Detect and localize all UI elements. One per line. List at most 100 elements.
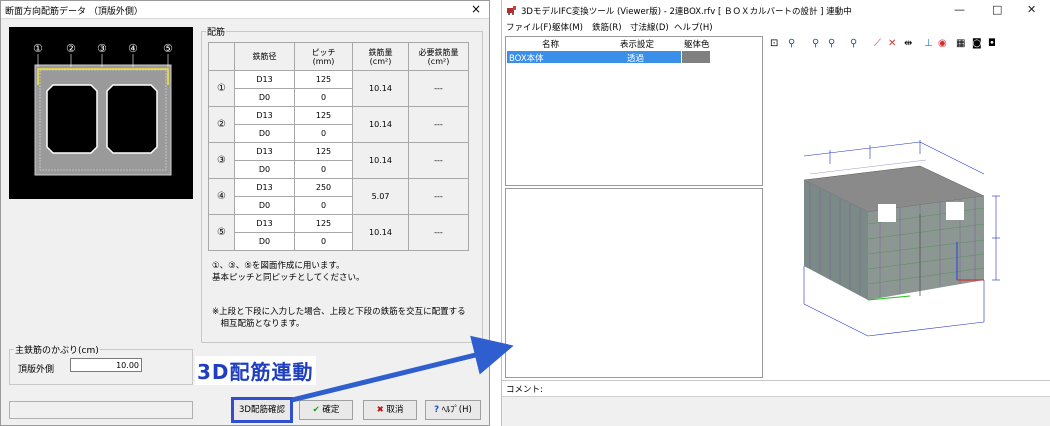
comment-bar: コメント: — [502, 380, 1050, 395]
pitch-upper[interactable]: 125 — [294, 106, 353, 125]
list-item-name: BOX本体 — [509, 54, 544, 64]
dialog-close-icon[interactable]: × — [471, 2, 481, 16]
pitch-upper[interactable]: 250 — [294, 178, 353, 197]
comment-label: コメント: — [506, 385, 543, 395]
required-amount: --- — [408, 142, 469, 179]
row-number: ⑤ — [208, 214, 235, 251]
menu-rebar[interactable]: 鉄筋(R) — [592, 21, 622, 33]
binoculars-icon[interactable]: ⚲ — [788, 38, 795, 49]
rebar-amount: 10.14 — [352, 106, 409, 143]
minimize-icon[interactable]: — — [954, 3, 965, 16]
pitch-lower[interactable]: 0 — [294, 160, 353, 179]
list-header-name: 名称 — [542, 40, 560, 50]
diameter-upper[interactable]: D13 — [234, 70, 295, 89]
note-2-line-1: ※上段と下段に入力した場合、上段と下段の鉄筋を交互に配置する — [212, 307, 466, 317]
find-next-icon[interactable]: ⚲ — [812, 38, 819, 49]
dialog-title: 断面方向配筋データ （頂版外側） — [5, 7, 143, 17]
row-number: ② — [208, 106, 235, 143]
diameter-upper[interactable]: D13 — [234, 214, 295, 233]
menu-help[interactable]: ヘルプ(H) — [674, 21, 713, 33]
header-pitch: ピッチ (mm) — [294, 42, 353, 71]
dialog-titlebar: 断面方向配筋データ （頂版外側） × — [1, 1, 489, 19]
diameter-lower[interactable]: D0 — [234, 88, 295, 107]
table-row: ⑤ D13 125 10.14 --- — [208, 214, 469, 251]
header-required: 必要鉄筋量 (cm²) — [408, 42, 469, 71]
list-item[interactable]: BOX本体 透過 — [507, 51, 681, 64]
cross-section-preview: ① ② ③ ④ ⑤ — [9, 27, 193, 199]
marker-3: ③ — [97, 42, 107, 55]
cover-input[interactable] — [70, 358, 142, 372]
maximize-icon[interactable]: □ — [992, 3, 1002, 16]
camera-icon[interactable]: ◙ — [972, 38, 982, 49]
fit-view-icon[interactable]: ⊡ — [770, 38, 778, 49]
axes-icon[interactable]: ⊥ — [924, 38, 933, 49]
3d-model-view[interactable] — [770, 54, 1048, 376]
rebar-amount: 5.07 — [352, 178, 409, 215]
viewer-titlebar: 3DモデルIFC変換ツール (Viewer版) - 2連BOX.rfv [ ＢＯ… — [502, 0, 1050, 20]
marker-4: ④ — [128, 42, 138, 55]
menu-body[interactable]: 躯体(M) — [552, 21, 583, 33]
required-amount: --- — [408, 70, 469, 107]
pitch-lower[interactable]: 0 — [294, 232, 353, 251]
diameter-lower[interactable]: D0 — [234, 196, 295, 215]
3d-rebar-check-button[interactable]: 3D配筋確認 — [231, 397, 293, 423]
rebar-table-body: ① D13 125 10.14 --- D0 0 ② D13 125 10.14 --- D0 0 ③ D13… — [208, 70, 469, 251]
snapshot-icon[interactable]: ◘ — [988, 38, 996, 49]
ifc-viewer-window: 3DモデルIFC変換ツール (Viewer版) - 2連BOX.rfv [ ＢＯ… — [501, 0, 1050, 426]
list-item-display: 透過 — [627, 54, 645, 64]
rebar-amount: 10.14 — [352, 142, 409, 179]
note-2-line-2: 相互配筋となります。 — [212, 319, 305, 329]
menu-file[interactable]: ファイル(F) — [506, 21, 552, 33]
marker-2: ② — [66, 42, 76, 55]
cover-group-label: 主鉄筋のかぶり(cm) — [14, 343, 100, 356]
diameter-upper[interactable]: D13 — [234, 106, 295, 125]
required-amount: --- — [408, 178, 469, 215]
diameter-upper[interactable]: D13 — [234, 142, 295, 161]
help-button[interactable]: ? ﾍﾙﾌﾟ(H) — [425, 400, 481, 420]
pitch-upper[interactable]: 125 — [294, 70, 353, 89]
question-icon: ? — [434, 405, 440, 415]
note-1-line-1: ①、③、⑤を図面作成に用います。 — [212, 261, 345, 271]
diameter-lower[interactable]: D0 — [234, 232, 295, 251]
marker-1: ① — [33, 42, 43, 55]
property-pane — [505, 188, 763, 378]
comment-input[interactable] — [502, 396, 1050, 426]
row-number: ③ — [208, 142, 235, 179]
app-icon — [507, 6, 516, 15]
viewer-toolbar: ⊡ ⚲ ⚲ ⚲ ⚲ ⟋ ✕ ⇹ ⊥ ◉ ▦ ◙ ◘ — [770, 36, 1048, 52]
header-amount: 鉄筋量 (cm²) — [352, 42, 409, 71]
grid-icon[interactable]: ▦ — [956, 38, 965, 49]
pitch-lower[interactable]: 0 — [294, 196, 353, 215]
check-icon: ✔ — [312, 405, 320, 415]
cross-icon: ✖ — [376, 405, 384, 415]
diameter-lower[interactable]: D0 — [234, 124, 295, 143]
dimension-3-icon[interactable]: ⇹ — [904, 38, 912, 49]
close-icon[interactable]: ✕ — [1027, 3, 1036, 16]
pitch-lower[interactable]: 0 — [294, 124, 353, 143]
rebar-group-label: 配筋 — [206, 25, 227, 38]
viewer-title: 3DモデルIFC変換ツール (Viewer版) - 2連BOX.rfv [ ＢＯ… — [521, 7, 852, 17]
row-number: ④ — [208, 178, 235, 215]
rebar-table: 鉄筋径 ピッチ (mm) 鉄筋量 (cm²) 必要鉄筋量 (cm²) ① D13 1… — [208, 42, 469, 251]
header-diameter: 鉄筋径 — [234, 42, 295, 71]
filter-icon[interactable]: ⚲ — [850, 38, 857, 49]
dimension-2-icon[interactable]: ✕ — [888, 38, 896, 49]
rebar-amount: 10.14 — [352, 214, 409, 251]
dimension-icon[interactable]: ⟋ — [874, 38, 881, 49]
member-list: 名称 表示設定 躯体色 BOX本体 透過 — [505, 36, 763, 186]
target-icon[interactable]: ◉ — [938, 38, 947, 49]
body-color-swatch[interactable] — [682, 51, 710, 63]
required-amount: --- — [408, 214, 469, 251]
find-prev-icon[interactable]: ⚲ — [828, 38, 835, 49]
diameter-upper[interactable]: D13 — [234, 178, 295, 197]
diameter-lower[interactable]: D0 — [234, 160, 295, 179]
pitch-upper[interactable]: 125 — [294, 214, 353, 233]
cancel-button[interactable]: ✖ 取消 — [363, 400, 417, 420]
confirm-button[interactable]: ✔ 確定 — [299, 400, 353, 420]
box-culvert-3d-icon — [803, 140, 1000, 337]
pitch-lower[interactable]: 0 — [294, 88, 353, 107]
cover-group: 主鉄筋のかぶり(cm) 頂版外側 — [9, 343, 193, 385]
pitch-upper[interactable]: 125 — [294, 142, 353, 161]
table-row: ③ D13 125 10.14 --- — [208, 142, 469, 179]
menu-dimension[interactable]: 寸法線(D) — [630, 21, 669, 33]
